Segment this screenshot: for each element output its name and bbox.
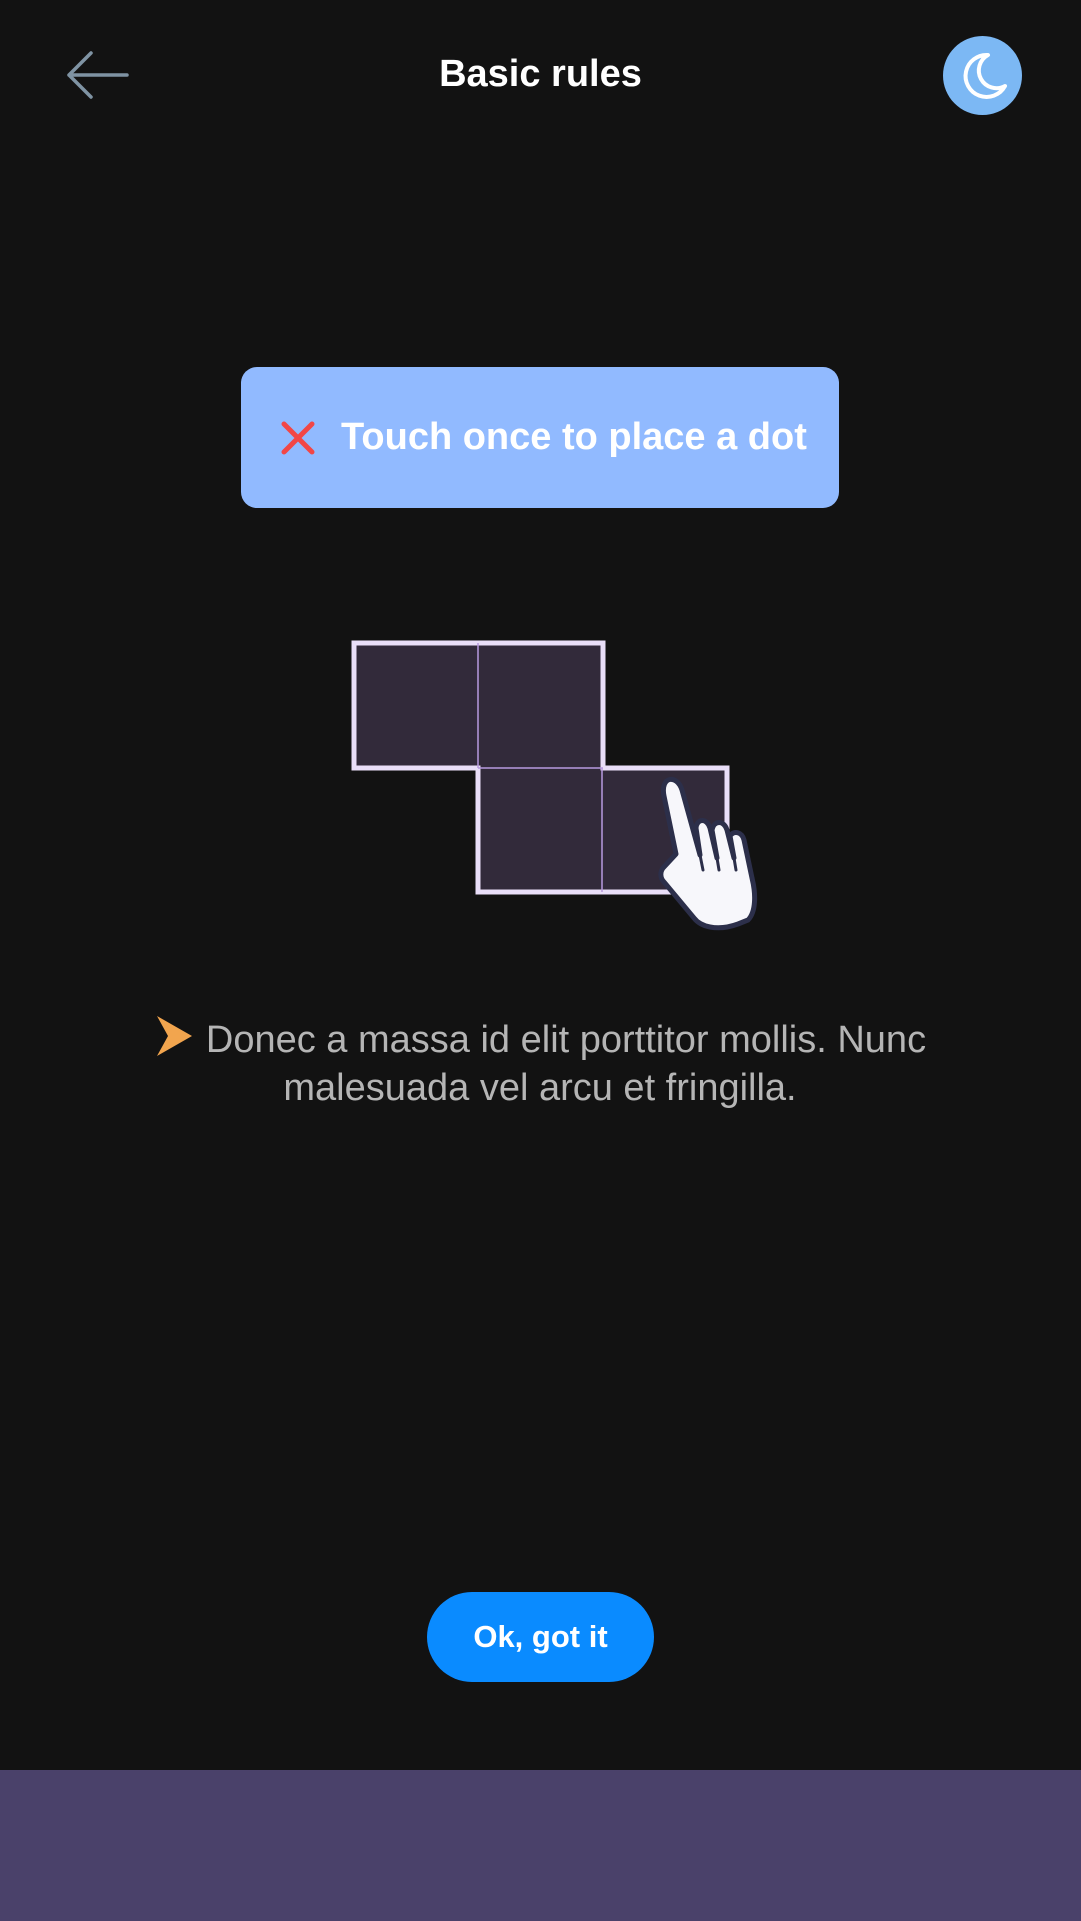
puzzle-cell[interactable] [478,768,602,892]
toast-text: Touch once to place a dot [341,416,807,458]
close-x-icon [277,417,319,459]
hint-text: Donec a massa id elit porttitor mollis. … [205,1019,927,1109]
puzzle-cell[interactable] [478,643,603,768]
moon-icon [963,52,1007,99]
page-title: Basic rules [439,53,642,95]
puzzle-cell[interactable] [602,768,727,892]
bottom-bar [0,1770,1081,1921]
puzzle-cell[interactable] [354,643,478,768]
hint-text-block: Donec a massa id elit porttitor mollis. … [100,1014,980,1112]
tutorial-screen: Basic rules Touch once to place a dot Do… [0,0,1081,1770]
theme-toggle-button[interactable] [943,36,1022,115]
arrow-right-icon [156,1016,192,1056]
ok-got-it-button[interactable]: Ok, got it [427,1592,654,1682]
rule-toast: Touch once to place a dot [241,367,839,508]
